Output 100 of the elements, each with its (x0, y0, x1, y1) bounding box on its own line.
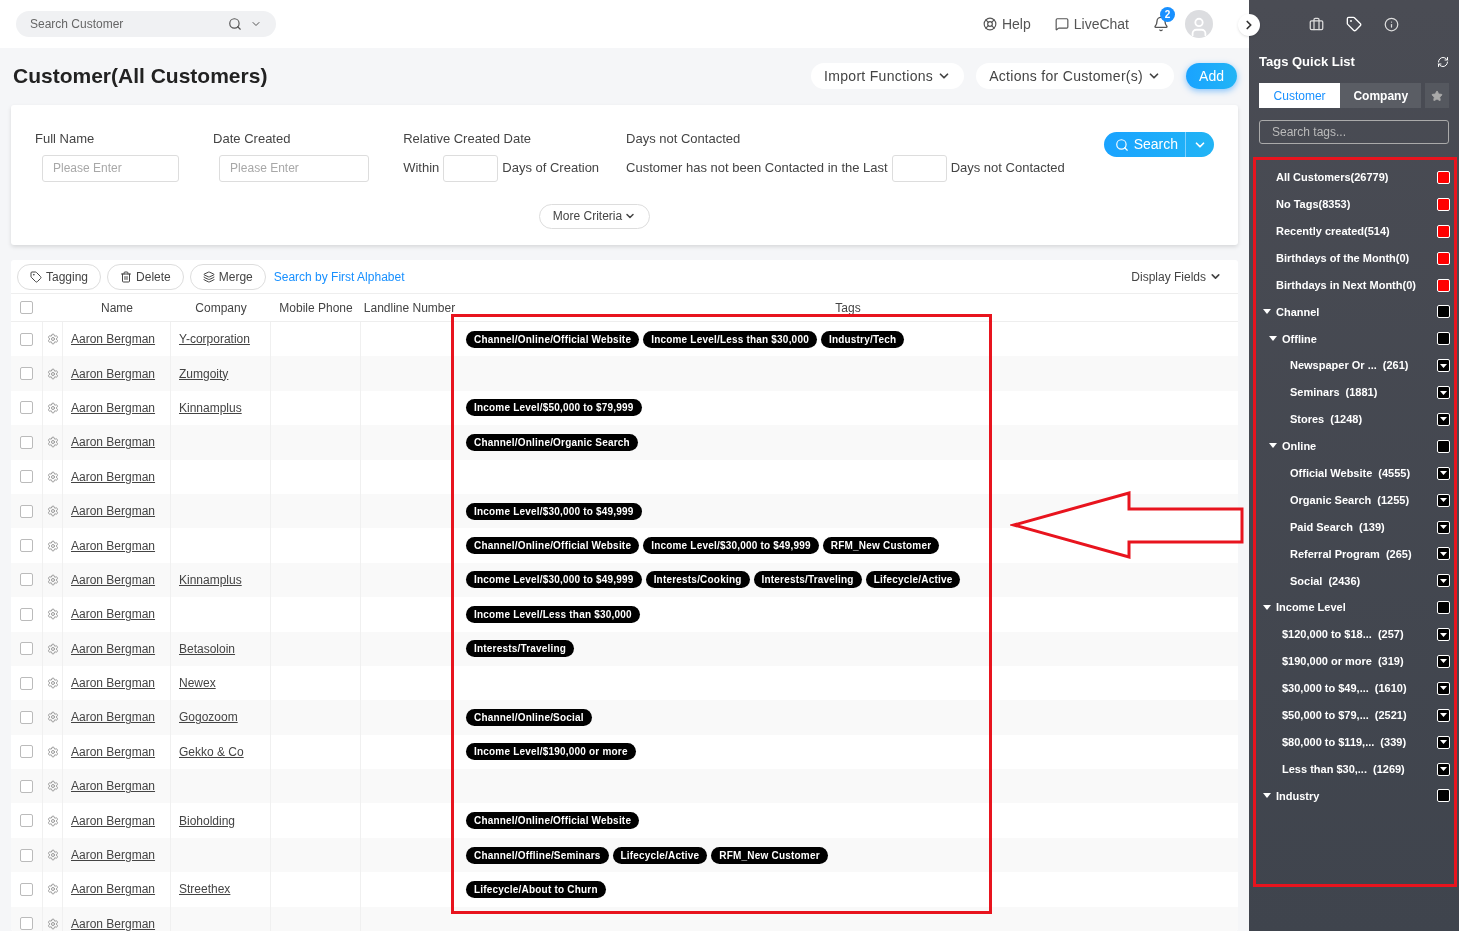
tag-dropdown[interactable] (1437, 493, 1450, 507)
tag-dropdown[interactable] (1437, 735, 1450, 749)
row-checkbox[interactable] (20, 435, 33, 449)
tag-dropdown[interactable] (1437, 386, 1450, 400)
caret-icon[interactable] (1263, 308, 1271, 315)
gear-icon[interactable] (46, 849, 59, 862)
tag-label[interactable]: Birthdays in Next Month(0) (1276, 276, 1416, 294)
customer-name-link[interactable]: Aaron Bergman (71, 811, 156, 830)
tag-dropdown[interactable] (1437, 574, 1450, 588)
customer-name-link[interactable]: Aaron Bergman (71, 742, 156, 761)
gear-icon[interactable] (46, 745, 59, 758)
row-checkbox[interactable] (20, 882, 33, 896)
tag-label[interactable]: All Customers(26779) (1276, 169, 1389, 186)
tag-chip[interactable]: Channel/Online/Official Website (466, 812, 640, 830)
gear-icon[interactable] (46, 367, 59, 380)
tag-label[interactable]: Referral Program (1290, 545, 1380, 563)
caret-icon[interactable] (1269, 443, 1277, 450)
tag-chip[interactable]: RFM_New Customer (822, 537, 940, 555)
tag-label[interactable]: $190,000 or more (1282, 653, 1372, 670)
row-checkbox[interactable] (20, 917, 33, 931)
tag-label[interactable]: $120,000 to $18... (1282, 626, 1372, 643)
tag-checkbox[interactable] (1437, 601, 1450, 615)
tag-chip[interactable]: Income Level/Less than $30,000 (466, 605, 640, 623)
row-checkbox[interactable] (20, 470, 33, 484)
info-icon[interactable] (1384, 16, 1399, 32)
tag-label[interactable]: $30,000 to $49,... (1282, 680, 1369, 697)
tag-checkbox[interactable] (1437, 439, 1450, 453)
tag-label[interactable]: Less than $30,... (1282, 760, 1367, 778)
customer-name-link[interactable]: Aaron Bergman (71, 536, 156, 555)
gear-icon[interactable] (46, 814, 59, 827)
caret-icon[interactable] (1263, 792, 1271, 799)
gear-icon[interactable] (46, 539, 59, 552)
tag-checkbox[interactable] (1437, 789, 1450, 803)
tag-checkbox[interactable] (1437, 332, 1450, 346)
tag-chip[interactable]: Lifecycle/Active (612, 846, 708, 864)
row-checkbox[interactable] (20, 504, 33, 518)
caret-icon[interactable] (1269, 335, 1277, 342)
company-link[interactable]: Gekko & Co (179, 742, 244, 761)
customer-name-link[interactable]: Aaron Bergman (71, 674, 156, 693)
tag-chip[interactable]: RFM_New Customer (711, 846, 828, 864)
tag-label[interactable]: Industry (1276, 787, 1320, 805)
avatar[interactable] (1185, 10, 1213, 38)
gear-icon[interactable] (46, 711, 59, 724)
tag-checkbox[interactable] (1437, 251, 1450, 265)
customer-name-link[interactable]: Aaron Bergman (71, 330, 156, 349)
gear-icon[interactable] (46, 470, 59, 483)
customer-name-link[interactable]: Aaron Bergman (71, 777, 156, 796)
gear-icon[interactable] (46, 780, 59, 793)
row-checkbox[interactable] (20, 573, 33, 587)
row-checkbox[interactable] (20, 539, 33, 553)
tag-checkbox[interactable] (1437, 197, 1450, 211)
tag-checkbox[interactable] (1437, 170, 1450, 184)
tag-label[interactable]: Online (1282, 438, 1317, 455)
tag-dropdown[interactable] (1437, 708, 1450, 722)
row-checkbox[interactable] (20, 745, 33, 759)
company-link[interactable]: Bioholding (179, 811, 236, 830)
gear-icon[interactable] (46, 505, 59, 518)
tag-label[interactable]: Newspaper Or ... (1290, 357, 1377, 374)
gear-icon[interactable] (46, 917, 59, 930)
tag-label[interactable]: Seminars (1290, 384, 1340, 401)
gear-icon[interactable] (46, 608, 59, 621)
customer-name-link[interactable]: Aaron Bergman (71, 433, 156, 452)
customer-name-link[interactable]: Aaron Bergman (71, 914, 156, 931)
customer-name-link[interactable]: Aaron Bergman (71, 570, 156, 589)
company-link[interactable]: Kinnamplus (179, 398, 242, 417)
row-checkbox[interactable] (20, 779, 33, 793)
sidebar-tab[interactable]: Company (1340, 83, 1422, 108)
row-checkbox[interactable] (20, 814, 33, 828)
input-field[interactable] (891, 154, 947, 182)
customer-name-link[interactable]: Aaron Bergman (71, 605, 156, 624)
refresh-icon[interactable] (1437, 56, 1449, 68)
input-field[interactable] (443, 154, 499, 182)
gear-icon[interactable] (46, 333, 59, 346)
tag-dropdown[interactable] (1437, 547, 1450, 561)
customer-name-link[interactable]: Aaron Bergman (71, 467, 156, 486)
gear-icon[interactable] (46, 883, 59, 896)
tag-dropdown[interactable] (1437, 359, 1450, 373)
search-bar[interactable]: Search Customer (16, 11, 276, 37)
company-link[interactable]: Y-corporation (179, 330, 250, 349)
tag-chip[interactable]: Interests/Traveling (466, 640, 575, 658)
tag-label[interactable]: Stores (1290, 411, 1325, 428)
favorite-button[interactable] (1425, 83, 1449, 108)
customer-name-link[interactable]: Aaron Bergman (71, 639, 156, 658)
tag-label[interactable]: Income Level (1276, 599, 1346, 616)
tag-label[interactable]: Channel (1276, 303, 1320, 321)
tag-chip[interactable]: Income Level/$50,000 to $79,999 (466, 399, 642, 417)
tag-chip[interactable]: Channel/Offline/Seminars (466, 846, 609, 864)
caret-icon[interactable] (1263, 604, 1271, 611)
tag-label[interactable]: Paid Search (1290, 518, 1353, 536)
tag-chip[interactable]: Lifecycle/About to Churn (466, 880, 606, 898)
search-icon[interactable] (228, 17, 242, 31)
tag-dropdown[interactable] (1437, 628, 1450, 642)
search-input[interactable]: Search Customer (30, 15, 220, 33)
tag-label[interactable]: $80,000 to $119,... (1282, 733, 1375, 751)
tag-chip[interactable]: Industry/Tech (820, 330, 905, 348)
chat-link[interactable]: LiveChat (1054, 13, 1129, 35)
tag-search-field[interactable]: Search tags... (1259, 120, 1449, 144)
gear-icon[interactable] (46, 642, 59, 655)
bell-icon[interactable] (1153, 16, 1169, 32)
customer-name-link[interactable]: Aaron Bergman (71, 502, 156, 521)
